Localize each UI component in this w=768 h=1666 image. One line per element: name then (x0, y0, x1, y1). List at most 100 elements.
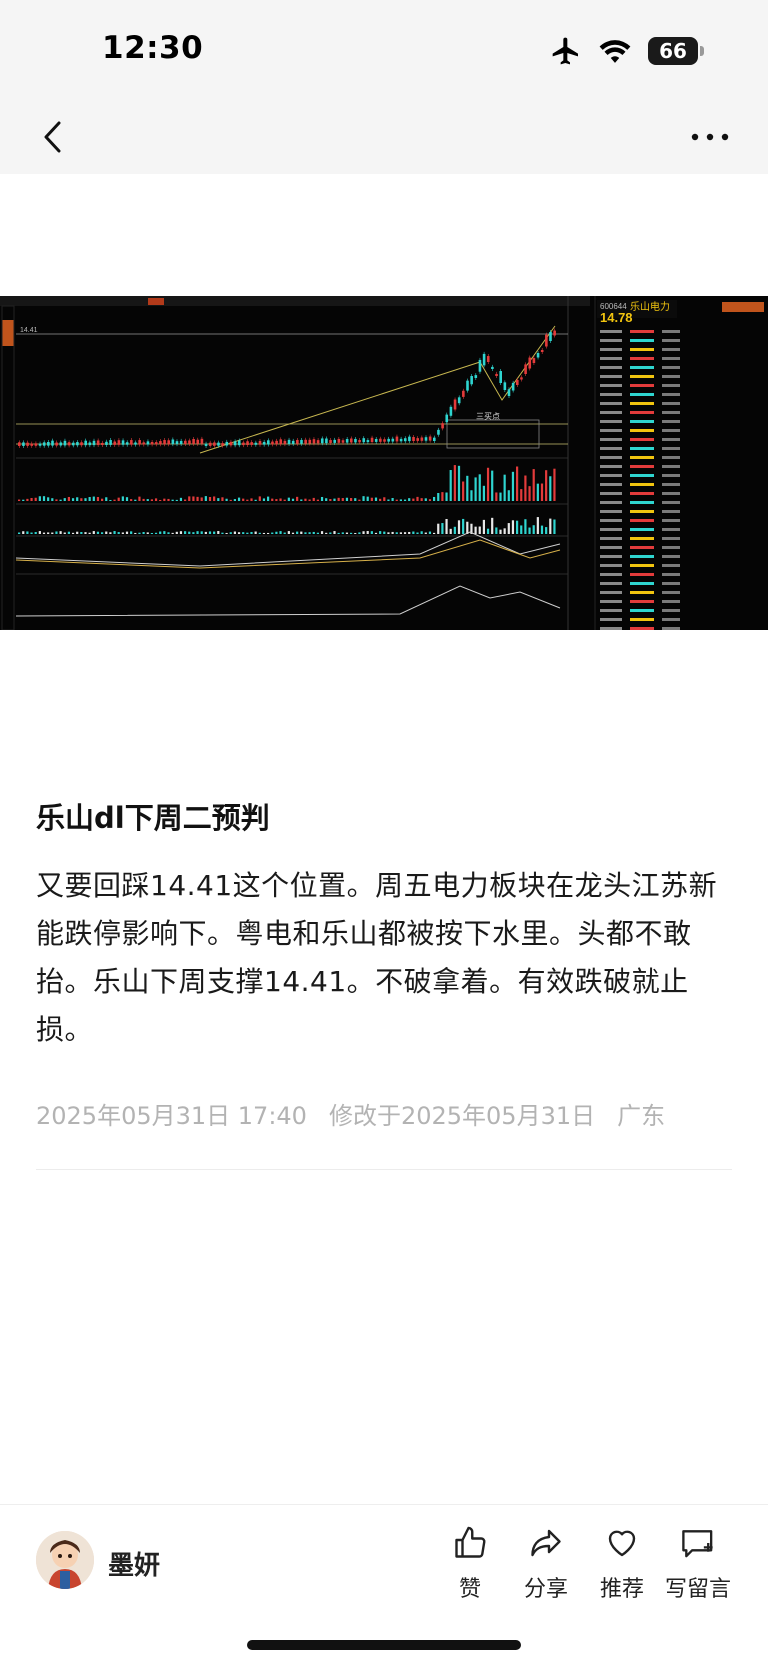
indicator-bar (192, 532, 195, 534)
volume-bar (138, 496, 141, 501)
volume-bar (437, 492, 440, 501)
volume-bar (478, 474, 481, 501)
quote-cell (662, 609, 680, 612)
comment-button[interactable]: 写留言 (660, 1523, 736, 1603)
volume-bar (221, 497, 224, 501)
volume-bar (225, 498, 228, 501)
volume-bar (196, 496, 199, 501)
volume-bar (84, 498, 87, 501)
volume-bar (167, 498, 170, 501)
indicator-bar (316, 532, 319, 534)
indicator-bar (262, 532, 266, 534)
volume-bar (304, 498, 307, 501)
quote-cell (600, 330, 622, 333)
post-meta: 2025年05月31日 17:40 修改于2025年05月31日 广东 (36, 1096, 665, 1131)
indicator-bar (507, 523, 510, 534)
like-button[interactable]: 赞 (432, 1523, 508, 1603)
indicator-bar (495, 527, 498, 534)
quote-cell (600, 600, 622, 603)
quote-cell (630, 456, 654, 459)
quote-cell (630, 384, 654, 387)
indicator-bar (549, 518, 552, 534)
volume-bar (553, 468, 556, 501)
indicator-bar (125, 531, 129, 534)
quote-cell (630, 537, 654, 540)
author-name[interactable]: 墨妍 (108, 1545, 160, 1582)
quote-cell (630, 627, 654, 630)
volume-bar (383, 497, 386, 501)
quote-cell (662, 618, 680, 621)
volume-bar (412, 498, 415, 501)
quote-cell (662, 492, 680, 495)
indicator-bar (457, 520, 461, 534)
quote-cell (600, 339, 622, 342)
indicator-bar (491, 517, 494, 534)
quote-cell (630, 591, 654, 594)
quote-cell (630, 528, 654, 531)
indicator-bar (51, 532, 54, 534)
indicator-bar (200, 531, 203, 534)
indicator-bar (105, 531, 108, 534)
indicator-bar (254, 531, 257, 534)
indicator-bar (229, 532, 232, 534)
indicator-bar (204, 531, 207, 534)
volume-bar (76, 497, 79, 501)
quote-cell (662, 429, 680, 432)
status-icons: 66 (550, 34, 704, 68)
indicator-bar (279, 531, 282, 534)
volume-bar (262, 498, 266, 501)
quote-cell (662, 348, 680, 351)
share-arrow-icon (531, 1529, 561, 1557)
quote-cell (662, 591, 680, 594)
volume-bar (254, 499, 257, 501)
quote-cell (662, 564, 680, 567)
indicator-bar (237, 532, 241, 534)
volume-bar (312, 497, 315, 501)
quote-cell (630, 609, 654, 612)
indicator-bar (428, 531, 432, 534)
indicator-bar (524, 519, 527, 534)
volume-bar (337, 497, 340, 501)
quote-cell (600, 483, 622, 486)
indicator-bar (412, 531, 415, 534)
volume-bar (362, 496, 365, 501)
volume-bar (320, 496, 324, 501)
quote-cell (662, 456, 680, 459)
volume-bar (540, 483, 544, 501)
quote-cell (600, 348, 622, 351)
more-button[interactable] (680, 112, 740, 162)
quote-cell (662, 537, 680, 540)
volume-bar (350, 498, 353, 501)
avatar[interactable] (36, 1531, 94, 1589)
volume-bar (445, 492, 448, 501)
back-button[interactable] (28, 112, 78, 162)
quote-cell (662, 519, 680, 522)
volume-bar (549, 476, 552, 501)
recommend-button[interactable]: 推荐 (584, 1523, 660, 1603)
indicator-bar (408, 531, 411, 534)
volume-bar (503, 474, 506, 501)
quote-cell (630, 564, 654, 567)
volume-bar (142, 498, 145, 501)
quote-cell (662, 546, 680, 549)
volume-bar (316, 499, 319, 501)
volume-bar (242, 498, 245, 501)
indicator-bar (138, 532, 141, 534)
volume-bar (291, 498, 295, 501)
indicator-bar (267, 532, 270, 534)
share-button[interactable]: 分享 (508, 1523, 584, 1603)
stock-chart-image[interactable]: 600644 乐山电力 14.78 14.41 三买点 (0, 296, 768, 630)
indicator-bar (383, 531, 386, 534)
volume-bar (524, 475, 527, 501)
modified-time: 修改于2025年05月31日 (328, 1102, 596, 1130)
quote-cell (662, 528, 680, 531)
indicator-bar (84, 532, 87, 534)
volume-bar (96, 497, 100, 501)
indicator-bar (188, 531, 191, 534)
indicator-bar (250, 531, 253, 534)
indicator-bar (433, 532, 436, 534)
quote-cell (600, 393, 622, 396)
volume-bar (433, 496, 436, 501)
volume-bar (101, 498, 104, 501)
volume-bar (125, 497, 129, 501)
